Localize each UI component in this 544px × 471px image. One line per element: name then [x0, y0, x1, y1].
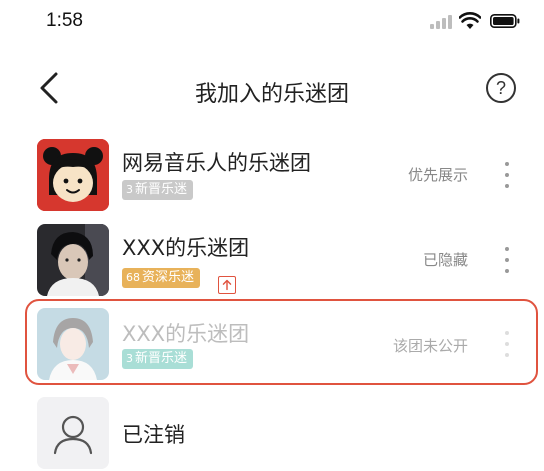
more-icon[interactable] [497, 329, 517, 359]
fan-level-badge: 3 新晋乐迷 [122, 180, 194, 200]
fan-level-badge: 68 资深乐迷 [122, 268, 201, 288]
avatar [37, 308, 109, 380]
avatar [37, 139, 109, 211]
battery-icon [490, 14, 520, 28]
group-name: 网易音乐人的乐迷团 [122, 151, 311, 175]
avatar [37, 224, 109, 296]
fan-level-number: 3 [126, 183, 133, 196]
list-item[interactable]: XXX的乐迷团 3 新晋乐迷 该团未公开 [0, 302, 544, 386]
group-name: XXX的乐迷团 [122, 322, 250, 346]
status-time: 1:58 [46, 10, 83, 31]
help-button[interactable]: ? [486, 73, 516, 103]
list-item[interactable]: 已注销 [0, 391, 544, 471]
more-icon[interactable] [497, 160, 517, 190]
status-bar: 1:58 [0, 0, 544, 44]
avatar [37, 397, 109, 469]
group-name: XXX的乐迷团 [122, 236, 250, 260]
wifi-icon [459, 12, 481, 29]
visibility-status: 已隐藏 [422, 251, 468, 269]
fan-level-number: 68 [126, 271, 140, 284]
fan-level-label: 新晋乐迷 [135, 182, 188, 197]
fan-level-label: 资深乐迷 [142, 270, 195, 285]
nav-bar: 我加入的乐迷团 ? [0, 58, 544, 118]
signal-icon [430, 15, 454, 29]
visibility-status: 该团未公开 [392, 337, 468, 355]
fan-level-number: 3 [126, 352, 133, 365]
group-name: 已注销 [122, 423, 185, 447]
user-icon [37, 397, 109, 469]
list-item[interactable]: XXX的乐迷团 68 资深乐迷 已隐藏 [0, 218, 544, 302]
visibility-status: 优先展示 [407, 166, 468, 184]
fan-level-badge: 3 新晋乐迷 [122, 349, 194, 369]
fan-level-label: 新晋乐迷 [135, 351, 188, 366]
page-title: 我加入的乐迷团 [194, 82, 349, 107]
list-item[interactable]: 网易音乐人的乐迷团 3 新晋乐迷 优先展示 [0, 133, 544, 217]
level-up-icon [218, 276, 236, 294]
more-icon[interactable] [497, 245, 517, 275]
